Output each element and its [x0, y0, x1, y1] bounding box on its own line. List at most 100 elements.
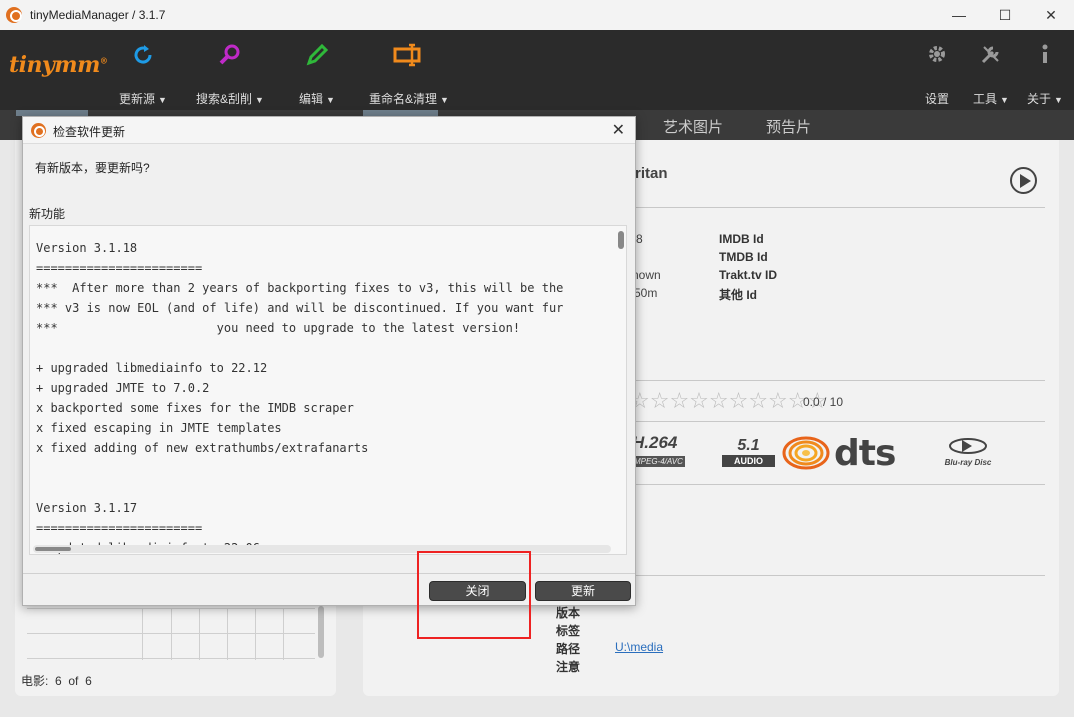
changelog-area[interactable]: Version 3.1.18 ======================= *… [29, 225, 627, 555]
meta-value: 50m [634, 286, 658, 300]
dialog-divider [23, 573, 635, 574]
play-trailer-icon[interactable] [1010, 167, 1037, 194]
path-label: 路径 [556, 642, 581, 656]
scrollbar-thumb[interactable] [618, 231, 624, 249]
dialog-title: 检查软件更新 [53, 125, 126, 139]
edit-tool[interactable]: 编辑 ▼ [299, 42, 335, 107]
codec-sub-text: MPEG-4/AVC [632, 456, 685, 467]
divider [635, 421, 1045, 422]
minimize-button[interactable]: — [936, 0, 982, 30]
movie-count-label: 电影: [21, 674, 49, 688]
window-titlebar: tinyMediaManager / 3.1.7 — ☐ ✕ [0, 0, 1074, 30]
about-label: 关于 [1027, 92, 1052, 106]
meta-value: 8 [636, 232, 643, 246]
about-tool[interactable]: 关于 ▼ [1027, 42, 1063, 107]
tools-tool[interactable]: 工具 ▼ [973, 42, 1009, 107]
rename-clean-tool[interactable]: 重命名&清理 ▼ [369, 42, 449, 107]
meta-value: nown [632, 268, 661, 282]
pencil-icon [299, 42, 335, 74]
chevron-down-icon: ▼ [1054, 95, 1063, 105]
close-window-button[interactable]: ✕ [1028, 0, 1074, 30]
dialog-close-icon[interactable]: ✕ [612, 120, 625, 140]
bluray-badge: Blu-ray Disc [936, 437, 1000, 469]
chevron-down-icon: ▼ [255, 95, 264, 105]
chevron-down-icon: ▼ [326, 95, 335, 105]
rating-stars: ☆☆☆☆☆☆☆☆☆☆ [630, 388, 828, 413]
tab-trailer[interactable]: 预告片 [766, 116, 811, 137]
main-toolbar: tinymm® 更新源 ▼ 搜索&刮削 ▼ 编辑 ▼ 重命名&清理 ▼ 设置 工… [0, 30, 1074, 110]
movie-count: 电影: 6 of 6 [21, 672, 92, 689]
divider [635, 380, 1045, 381]
tab-artwork[interactable]: 艺术图片 [663, 116, 723, 137]
changelog-vertical-scrollbar[interactable] [618, 227, 624, 539]
grid-line [199, 608, 200, 660]
movie-list-grid [27, 608, 315, 660]
changelog-horizontal-scrollbar[interactable] [33, 545, 611, 553]
grid-line [255, 608, 256, 660]
window-controls: — ☐ ✕ [936, 0, 1074, 30]
divider [635, 207, 1045, 208]
info-icon [1027, 42, 1063, 74]
imdb-id-label: IMDB Id [719, 232, 764, 246]
check-update-dialog: 检查软件更新 ✕ 有新版本，要更新吗? 新功能 Version 3.1.18 =… [22, 116, 636, 606]
refresh-icon [119, 42, 167, 74]
rename-clean-label: 重命名&清理 [369, 92, 438, 106]
movie-list-scrollbar[interactable] [318, 606, 324, 658]
search-scrape-label: 搜索&刮削 [196, 92, 253, 106]
changelog-text: Version 3.1.18 ======================= *… [36, 241, 564, 554]
bluray-text: Blu-ray Disc [944, 458, 992, 467]
search-scrape-tool[interactable]: 搜索&刮削 ▼ [196, 42, 264, 107]
dolby-icon [782, 436, 830, 470]
rename-icon [369, 42, 449, 74]
dts-logo: dts [834, 433, 896, 474]
app-icon [31, 123, 46, 138]
settings-label: 设置 [925, 92, 950, 106]
grid-line [142, 608, 143, 660]
search-icon [196, 42, 264, 74]
new-features-label: 新功能 [29, 207, 66, 221]
bluray-icon [949, 438, 987, 454]
audio-label-text: AUDIO [722, 455, 775, 467]
scrollbar-thumb[interactable] [35, 547, 71, 551]
logo-text: tinymm [9, 52, 100, 78]
gear-icon [925, 42, 949, 74]
app-logo: tinymm® [9, 52, 108, 78]
divider [635, 484, 1045, 485]
audio-channels-text: 5.1 [737, 437, 760, 454]
settings-tool[interactable]: 设置 [925, 42, 949, 107]
logo-mark: ® [99, 55, 108, 66]
window-title: tinyMediaManager / 3.1.7 [30, 8, 166, 22]
tmdb-id-label: TMDB Id [719, 250, 768, 264]
movie-count-total: 6 [85, 674, 92, 688]
update-source-tool[interactable]: 更新源 ▼ [119, 42, 167, 107]
codec-text: H.264 [632, 433, 678, 452]
dialog-titlebar: 检查软件更新 ✕ [23, 117, 635, 144]
movie-title: ritan [635, 165, 668, 182]
grid-line [227, 608, 228, 660]
tools-label: 工具 [973, 92, 998, 106]
rating-value: 0.0 / 10 [803, 395, 844, 409]
chevron-down-icon: ▼ [158, 95, 167, 105]
codec-badge: H.264 MPEG-4/AVC [632, 433, 692, 469]
other-id-label: 其他 Id [719, 288, 757, 302]
movie-count-of: of [68, 674, 79, 688]
update-question: 有新版本，要更新吗? [35, 161, 150, 175]
wrench-icon [973, 42, 1009, 74]
maximize-button[interactable]: ☐ [982, 0, 1028, 30]
path-link[interactable]: U:\media [615, 640, 663, 654]
chevron-down-icon: ▼ [1000, 95, 1009, 105]
grid-line [171, 608, 172, 660]
tags-label: 标签 [556, 624, 581, 638]
version-label: 版本 [556, 606, 581, 620]
update-button[interactable]: 更新 [535, 581, 631, 601]
close-button[interactable]: 关闭 [429, 581, 526, 601]
edit-label: 编辑 [299, 92, 324, 106]
update-source-label: 更新源 [119, 92, 156, 106]
grid-line [283, 608, 284, 660]
movie-count-shown: 6 [55, 674, 62, 688]
note-label: 注意 [556, 660, 581, 674]
trakt-id-label: Trakt.tv ID [719, 268, 778, 282]
audio-channels-badge: 5.1 AUDIO [722, 437, 775, 469]
app-icon [6, 7, 22, 23]
chevron-down-icon: ▼ [440, 95, 449, 105]
